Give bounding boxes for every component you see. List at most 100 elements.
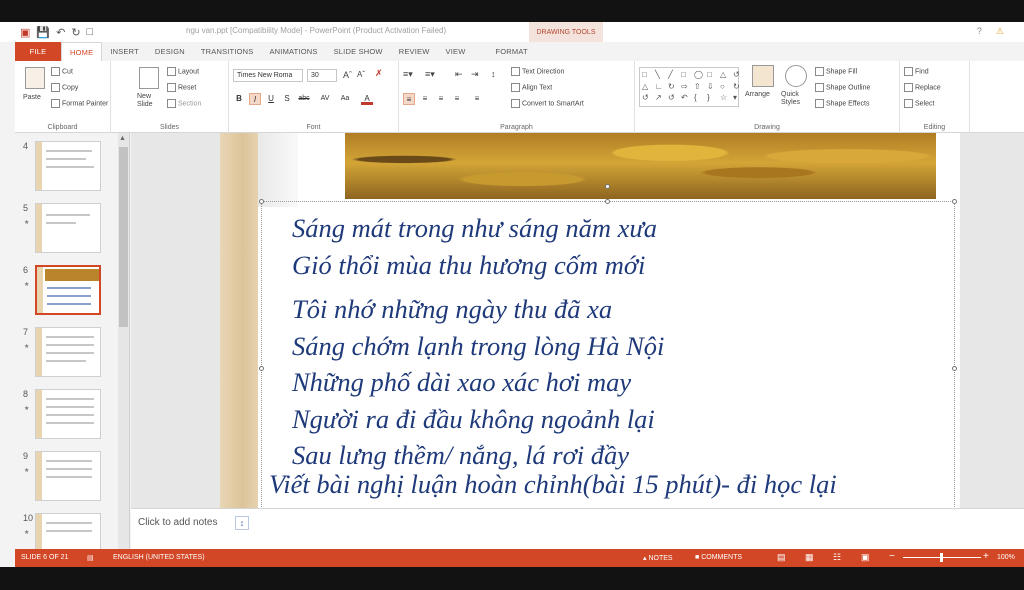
paste-icon[interactable] [25,67,45,89]
notes-placeholder[interactable]: Click to add notes [138,517,218,528]
shrink-font-icon[interactable]: Aˇ [357,70,365,79]
zoom-out-icon[interactable]: − [889,551,895,562]
align-text-button[interactable]: Align Text [511,83,552,92]
start-from-beginning-icon[interactable]: □ [87,26,94,38]
spellcheck-icon[interactable]: ▤ [87,554,94,562]
normal-view-icon[interactable]: ▤ [777,552,786,563]
scrollbar-thumb[interactable] [119,147,128,327]
shape-fill-button[interactable]: Shape Fill [815,67,857,76]
copy-button[interactable]: Copy [51,83,78,92]
convert-smartart-button[interactable]: Convert to SmartArt [511,99,584,108]
shapes-gallery[interactable]: □ ╲ ╱ □ ◯ □ △ ↺ △ ∟ ↻ ⇨ ⇧ ⇩ ○ ↻ ↺ ↗ ↺ ↶{} ☆ ▾ [639,67,740,107]
shape-outline-button[interactable]: Shape Outline [815,83,870,92]
italic-button[interactable]: I [249,93,261,105]
poem-line: Tôi nhớ những ngày thu đã xa [292,294,613,324]
text-direction-button[interactable]: Text Direction [511,67,564,76]
font-size-box[interactable]: 30 [307,69,337,82]
notes-toggle[interactable]: ▴ NOTES [643,554,673,562]
tab-view[interactable]: VIEW [438,42,474,61]
align-right-icon[interactable]: ≡ [435,93,447,105]
layout-button[interactable]: Layout [167,67,199,76]
replace-button[interactable]: Replace [904,83,941,92]
reset-button[interactable]: Reset [167,83,196,92]
quick-styles-icon[interactable] [785,65,807,87]
slide-decorative-bar [220,133,258,528]
cut-button[interactable]: Cut [51,67,73,76]
slide-thumbnail-selected[interactable]: 6 ★ [15,265,120,321]
character-spacing-button[interactable]: AV [317,93,333,105]
quick-styles-button[interactable]: Quick Styles [781,91,809,107]
format-painter-button[interactable]: Format Painter [51,99,108,108]
resize-handle[interactable] [952,366,957,371]
slide-thumbnail[interactable]: 4 [15,141,120,197]
bold-button[interactable]: B [233,93,245,105]
zoom-in-icon[interactable]: + [983,551,989,562]
shape-effects-button[interactable]: Shape Effects [815,99,869,108]
tab-file[interactable]: FILE [15,42,61,61]
bullets-icon[interactable]: ≡▾ [403,69,413,80]
align-left-icon[interactable]: ≡ [403,93,415,105]
slide-thumbnail[interactable]: 9 ★ [15,451,120,507]
resize-handle[interactable] [605,199,610,204]
arrange-icon[interactable] [752,65,774,87]
select-button[interactable]: Select [904,99,934,108]
tab-insert[interactable]: INSERT [102,42,147,61]
tab-animations[interactable]: ANIMATIONS [261,42,325,61]
redo-icon[interactable]: ↻ [71,26,80,39]
comments-toggle[interactable]: ■ COMMENTS [695,554,742,561]
resize-handle[interactable] [259,366,264,371]
new-slide-button[interactable]: New Slide [137,93,161,109]
zoom-slider-knob[interactable] [940,553,943,562]
line-spacing-icon[interactable]: ↕ [491,69,496,79]
paste-button[interactable]: Paste [23,94,41,101]
increase-indent-icon[interactable]: ⇥ [471,69,479,80]
change-case-button[interactable]: Aa [337,93,353,105]
slide-thumbnail[interactable]: 8 ★ [15,389,120,445]
strikethrough-button[interactable]: abc [295,93,313,105]
clear-formatting-icon[interactable]: ✗ [375,68,383,79]
slide-canvas[interactable]: Sáng mát trong như sáng năm xưa Gió thổi… [220,133,960,528]
slideshow-view-icon[interactable]: ▣ [861,552,870,563]
warning-icon[interactable]: ⚠ [996,26,1004,37]
resize-handle[interactable] [259,199,264,204]
help-button[interactable]: ? [977,26,982,37]
tab-format[interactable]: FORMAT [487,42,535,61]
tab-design[interactable]: DESIGN [147,42,193,61]
language-indicator[interactable]: ENGLISH (UNITED STATES) [113,554,205,561]
reading-view-icon[interactable]: ☷ [833,552,841,563]
align-center-icon[interactable]: ≡ [419,93,431,105]
font-name-box[interactable]: Times New Roma [233,69,303,82]
paragraph-label: Paragraph [500,124,533,131]
rotate-handle[interactable] [605,184,610,189]
scroll-up-arrow-icon[interactable]: ▲ [119,135,126,142]
zoom-level[interactable]: 100% [997,554,1015,561]
underline-button[interactable]: U [265,93,277,105]
section-button[interactable]: Section [167,99,201,108]
tab-review[interactable]: REVIEW [391,42,438,61]
tab-home[interactable]: HOME [61,42,103,61]
slide-thumbnails-pane: 4 5 ★ 6 ★ 7 ★ 8 ★ 9 ★ 10 ★ ▲ [15,133,130,563]
numbering-icon[interactable]: ≡▾ [425,69,435,80]
grow-font-icon[interactable]: Aˆ [343,70,352,80]
thumbnails-scrollbar[interactable]: ▲ [118,133,129,563]
tab-slide-show[interactable]: SLIDE SHOW [326,42,391,61]
tab-transitions[interactable]: TRANSITIONS [193,42,262,61]
justify-icon[interactable]: ≡ [451,93,463,105]
slide-thumbnail[interactable]: 7 ★ [15,327,120,383]
undo-icon[interactable]: ↶ [56,26,65,39]
resize-handle[interactable] [952,199,957,204]
poem-textbox[interactable]: Sáng mát trong như sáng năm xưa Gió thổi… [259,184,957,511]
columns-icon[interactable]: ≡ [471,93,483,105]
decrease-indent-icon[interactable]: ⇤ [455,69,463,80]
autumn-trees-image[interactable] [345,133,936,199]
save-icon[interactable]: 💾 [36,26,50,39]
slide-thumbnail[interactable]: 5 ★ [15,203,120,259]
arrange-button[interactable]: Arrange [745,91,770,98]
slide-sorter-icon[interactable]: ▦ [805,552,814,563]
new-slide-icon[interactable] [139,67,159,89]
find-button[interactable]: Find [904,67,929,76]
notes-pane[interactable]: Click to add notes ↕ [131,508,1024,549]
text-shadow-button[interactable]: S [281,93,293,105]
notes-expand-icon[interactable]: ↕ [235,516,249,530]
font-color-button[interactable]: A [361,93,373,105]
